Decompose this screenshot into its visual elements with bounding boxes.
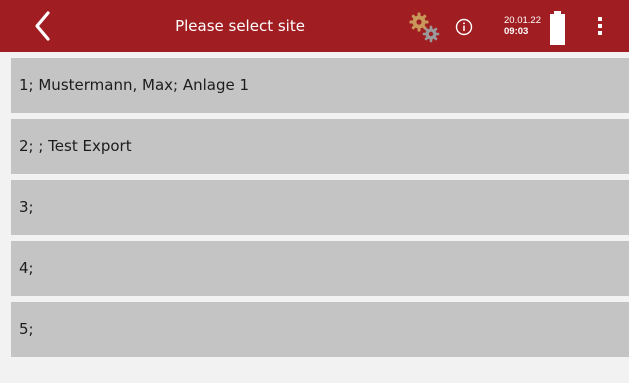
gears-icon bbox=[409, 12, 440, 43]
chevron-left-icon bbox=[35, 11, 50, 41]
site-item[interactable]: 5; bbox=[11, 302, 629, 357]
top-bar: Please select site 20.01.22 09:03 bbox=[0, 0, 629, 52]
site-list: 1; Mustermann, Max; Anlage 1 2; ; Test E… bbox=[11, 58, 629, 363]
site-item[interactable]: 2; ; Test Export bbox=[11, 119, 629, 174]
site-item[interactable]: 1; Mustermann, Max; Anlage 1 bbox=[11, 58, 629, 113]
date-time: 20.01.22 09:03 bbox=[504, 15, 554, 37]
site-item[interactable]: 3; bbox=[11, 180, 629, 235]
time-label: 09:03 bbox=[504, 26, 529, 37]
battery-full-icon bbox=[550, 11, 565, 45]
info-circle-icon bbox=[455, 18, 473, 36]
back-button[interactable] bbox=[26, 10, 66, 42]
info-button[interactable] bbox=[455, 18, 473, 36]
page-title: Please select site bbox=[175, 17, 305, 35]
settings-button[interactable] bbox=[407, 10, 443, 44]
overflow-menu-button[interactable] bbox=[590, 14, 610, 38]
more-vertical-icon bbox=[598, 17, 602, 35]
site-item[interactable]: 4; bbox=[11, 241, 629, 296]
battery-indicator bbox=[549, 11, 566, 45]
date-label: 20.01.22 bbox=[504, 15, 541, 26]
